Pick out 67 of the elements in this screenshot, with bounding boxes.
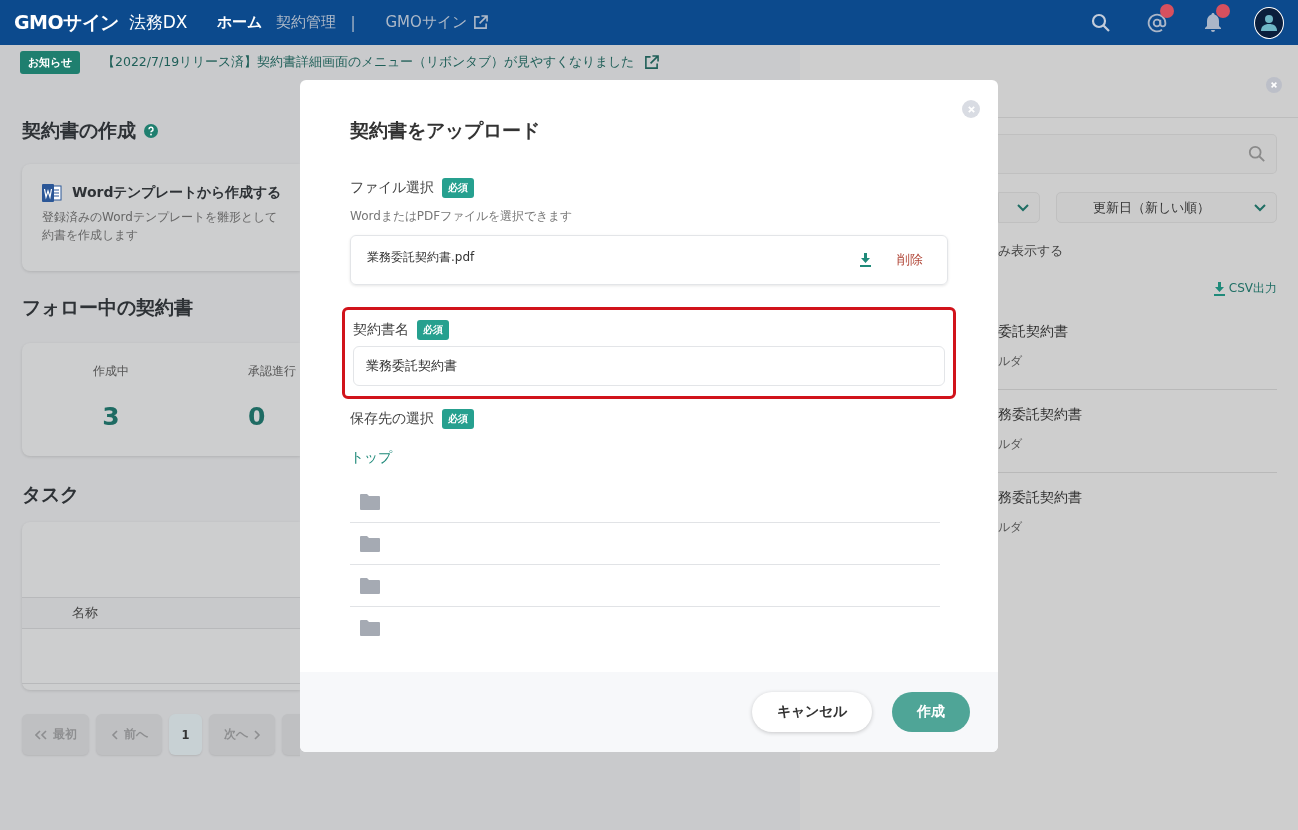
file-name[interactable]: 委託契約書: [998, 323, 1277, 341]
help-icon[interactable]: [144, 124, 158, 138]
download-icon: [860, 253, 871, 267]
folder-name: ルダ: [998, 519, 1023, 536]
card-description: 登録済みのWordテンプレートを雛形として: [42, 209, 278, 226]
search-field[interactable]: [998, 134, 1277, 174]
avatar-icon[interactable]: [1254, 6, 1284, 39]
folder-icon[interactable]: [360, 493, 380, 510]
card-title: Wordテンプレートから作成する: [72, 184, 282, 202]
stat-value[interactable]: 3: [22, 402, 200, 431]
field-label: ファイル選択: [350, 179, 434, 197]
cancel-button[interactable]: キャンセル: [752, 692, 872, 732]
bell-icon[interactable]: [1204, 12, 1222, 33]
card-description: 約書を作成します: [42, 227, 139, 244]
notice-badge: お知らせ: [20, 51, 80, 74]
folder-icon[interactable]: [360, 535, 380, 552]
section-title: 契約書の作成: [22, 118, 136, 143]
folder-name: ルダ: [998, 436, 1023, 453]
csv-export-link[interactable]: CSV出力: [1213, 280, 1277, 297]
dropdown[interactable]: [998, 192, 1040, 223]
template-card[interactable]: Wordテンプレートから作成する 登録済みのWordテンプレートを雛形として 約書を作成します: [22, 164, 300, 271]
search-icon: [1248, 145, 1266, 163]
product-name: 法務DX: [128, 11, 188, 34]
external-nav-link[interactable]: GMOサイン: [385, 13, 488, 32]
word-document-icon: [42, 184, 62, 202]
file-name: 業務委託契約書.pdf: [367, 248, 476, 266]
section-title: フォロー中の契約書: [22, 295, 193, 320]
folder-icon[interactable]: [360, 619, 380, 636]
nav-link[interactable]: ホーム: [217, 13, 263, 32]
external-link-icon: [472, 15, 488, 30]
external-link-icon: [644, 55, 660, 70]
search-icon[interactable]: [1091, 12, 1111, 33]
folder-name: ルダ: [998, 353, 1023, 370]
required-badge: 必須: [417, 320, 449, 340]
nav-link[interactable]: 契約管理: [276, 13, 337, 32]
required-badge: 必須: [442, 409, 474, 429]
dialog-title: 契約書をアップロード: [350, 118, 541, 143]
double-chevron-left-icon: [34, 729, 47, 740]
required-badge: 必須: [442, 178, 474, 198]
file-name[interactable]: 務委託契約書: [998, 489, 1277, 507]
filter-label: み表示する: [998, 243, 1064, 260]
folder-icon[interactable]: [360, 577, 380, 594]
input-field[interactable]: 業務委託契約書: [353, 346, 945, 386]
notice-link[interactable]: 【2022/7/19リリース済】契約書詳細画面のメニュー（リボンタブ）が見やすくなりました: [102, 54, 660, 71]
logo[interactable]: GMOサイン: [14, 9, 119, 36]
field-label: 保存先の選択: [350, 410, 434, 428]
breadcrumb-link[interactable]: トップ: [350, 449, 948, 467]
nav-separator: |: [350, 13, 356, 32]
chevron-left-icon: [110, 729, 118, 740]
field-label: 契約書名: [353, 321, 409, 339]
delete-link[interactable]: 削除: [897, 251, 923, 269]
field-hint: WordまたはPDFファイルを選択できます: [350, 208, 574, 225]
close-icon[interactable]: [962, 100, 980, 118]
pagination-button[interactable]: 1: [169, 714, 202, 755]
stat-label: 承認進行: [248, 363, 297, 380]
chevron-right-icon: [253, 729, 261, 740]
stat-label: 作成中: [92, 363, 130, 380]
chevron-down-icon: [1017, 203, 1029, 212]
chevron-down-icon: [1254, 203, 1266, 212]
stat-value[interactable]: 0: [248, 402, 300, 431]
section-title: タスク: [22, 482, 79, 507]
column-header: 名称: [72, 604, 98, 622]
close-icon[interactable]: [1266, 77, 1282, 93]
sort-dropdown[interactable]: 更新日（新しい順）: [1056, 192, 1277, 223]
file-name[interactable]: 務委託契約書: [998, 406, 1277, 424]
download-icon: [1213, 281, 1225, 296]
at-sign-icon[interactable]: [1147, 12, 1167, 33]
